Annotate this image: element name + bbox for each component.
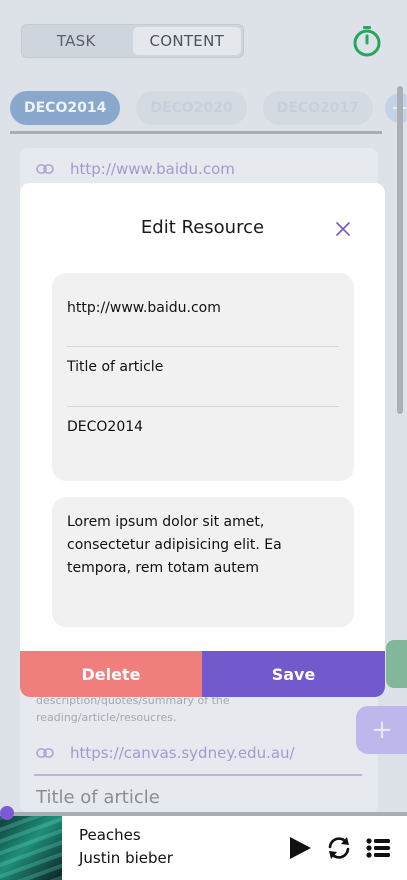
resource-link[interactable]: http://www.baidu.com <box>70 160 235 178</box>
edit-resource-dialog: Edit Resource http://www.baidu.com Title… <box>20 183 385 697</box>
resource-link[interactable]: https://canvas.sydney.edu.au/ <box>70 744 295 762</box>
track-artist: Justin bieber <box>79 849 173 867</box>
side-tab[interactable] <box>386 640 407 688</box>
url-field[interactable]: http://www.baidu.com <box>67 279 339 337</box>
resource-link-row[interactable]: http://www.baidu.com <box>36 160 235 178</box>
link-icon <box>36 164 54 174</box>
progress-knob[interactable] <box>0 806 14 820</box>
course-chip[interactable]: DECO2014 <box>10 91 121 125</box>
title-field[interactable]: Title of article <box>67 338 339 396</box>
course-field[interactable]: DECO2014 <box>67 398 339 456</box>
add-course-icon[interactable]: + <box>384 93 407 123</box>
notes-textarea[interactable]: Lorem ipsum dolor sit amet, consectetur … <box>52 497 354 627</box>
stopwatch-icon[interactable] <box>350 24 384 58</box>
dialog-actions: Delete Save <box>20 651 385 697</box>
course-chip[interactable]: DECO2017 <box>262 91 373 125</box>
repeat-icon[interactable] <box>326 835 352 861</box>
tab-content[interactable]: CONTENT <box>132 27 241 55</box>
chip-underline <box>10 131 382 134</box>
close-icon[interactable] <box>334 220 352 238</box>
album-art <box>0 816 62 880</box>
dialog-title: Edit Resource <box>140 217 265 238</box>
divider <box>34 774 362 776</box>
delete-button[interactable]: Delete <box>20 651 202 697</box>
tab-task[interactable]: TASK <box>22 25 131 57</box>
track-title: Peaches <box>79 826 141 844</box>
view-toggle: TASK CONTENT <box>21 24 244 58</box>
scrollbar[interactable] <box>397 86 403 414</box>
link-icon <box>36 748 54 758</box>
resource-title: Title of article <box>36 787 160 808</box>
resource-link-row[interactable]: https://canvas.sydney.edu.au/ <box>36 744 295 762</box>
add-resource-icon[interactable]: + <box>356 706 407 754</box>
resource-description: description/quotes/summary of the readin… <box>36 694 230 724</box>
course-chip[interactable]: DECO2020 <box>136 91 247 125</box>
resource-fields: http://www.baidu.com Title of article DE… <box>52 273 354 481</box>
course-chip-row: DECO2014 DECO2020 DECO2017 + <box>10 91 407 125</box>
save-button[interactable]: Save <box>202 651 385 697</box>
play-icon[interactable] <box>287 835 313 861</box>
queue-icon[interactable] <box>365 835 391 861</box>
